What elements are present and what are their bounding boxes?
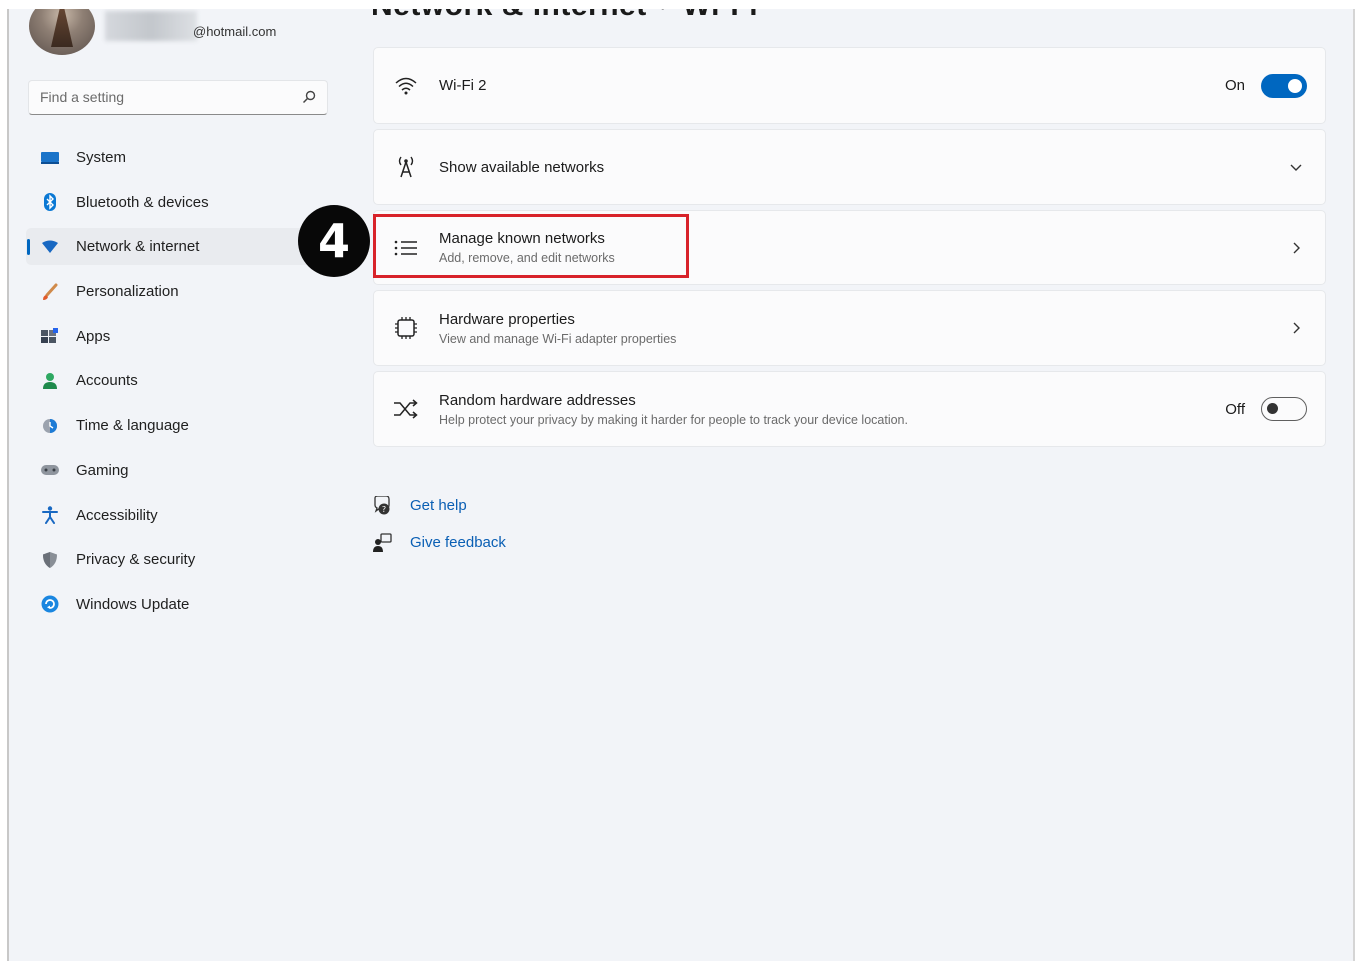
- manage-known-title: Manage known networks: [439, 230, 605, 247]
- sidebar-item-label: System: [76, 149, 127, 166]
- chip-icon: [392, 314, 420, 342]
- wifi-toggle[interactable]: [1261, 73, 1307, 98]
- sidebar-item-apps[interactable]: Apps: [26, 318, 328, 355]
- chevron-down-icon[interactable]: [1289, 160, 1303, 174]
- sidebar-item-label: Accessibility: [76, 506, 158, 524]
- show-available-networks-card[interactable]: Show available networks: [373, 129, 1326, 205]
- sidebar-item-accessibility[interactable]: Accessibility: [26, 497, 328, 534]
- random-hardware-addresses-card: Random hardware addresses Help protect y…: [373, 371, 1326, 447]
- sidebar-item-label: Apps: [76, 327, 111, 345]
- page-title: Wi-Fi: [683, 9, 759, 22]
- svg-text:?: ?: [382, 505, 386, 514]
- settings-window: @hotmail.com System Bluetooth & devices …: [7, 9, 1355, 961]
- sidebar-item-personalization[interactable]: Personalization: [26, 273, 328, 310]
- system-icon: [41, 149, 59, 167]
- update-icon: [41, 595, 59, 613]
- breadcrumb: Network & internet › Wi-Fi: [371, 9, 758, 23]
- sidebar-item-label: Accounts: [76, 372, 138, 390]
- sidebar-item-label: Privacy & security: [76, 551, 196, 569]
- sidebar-item-gaming[interactable]: Gaming: [26, 452, 328, 489]
- wifi-adapter-name: Wi-Fi 2: [439, 77, 487, 94]
- feedback-icon: [372, 532, 392, 553]
- sidebar-item-label: Windows Update: [76, 595, 190, 613]
- sidebar-item-network[interactable]: Network & internet: [26, 228, 328, 266]
- hardware-properties-card[interactable]: Hardware properties View and manage Wi-F…: [373, 290, 1326, 366]
- sidebar-item-bluetooth[interactable]: Bluetooth & devices: [26, 184, 328, 221]
- avatar[interactable]: [29, 9, 95, 55]
- sidebar-item-label: Personalization: [76, 283, 179, 301]
- breadcrumb-separator: ›: [661, 9, 669, 16]
- user-name-redacted: [105, 11, 197, 41]
- sidebar-item-windows-update[interactable]: Windows Update: [26, 586, 328, 623]
- hardware-properties-subtitle: View and manage Wi-Fi adapter properties: [439, 331, 677, 346]
- sidebar-item-system[interactable]: System: [26, 139, 328, 176]
- network-icon: [41, 238, 59, 256]
- shield-icon: [41, 551, 59, 569]
- manage-known-networks-card[interactable]: Manage known networks Add, remove, and e…: [373, 210, 1326, 285]
- random-hw-state-label: Off: [1225, 400, 1245, 418]
- get-help-label[interactable]: Get help: [410, 497, 467, 514]
- search-input[interactable]: [40, 89, 290, 105]
- get-help-link[interactable]: ? Get help: [372, 487, 506, 524]
- search-icon[interactable]: [302, 90, 316, 104]
- accessibility-icon: [41, 506, 59, 524]
- breadcrumb-parent[interactable]: Network & internet: [371, 9, 647, 22]
- bluetooth-icon: [41, 193, 59, 212]
- step-number-badge: 4: [298, 205, 370, 277]
- chevron-right-icon[interactable]: [1289, 241, 1303, 255]
- sidebar-item-privacy-security[interactable]: Privacy & security: [26, 541, 328, 578]
- wifi-icon: [392, 72, 420, 100]
- gamepad-icon: [41, 461, 59, 479]
- manage-known-subtitle: Add, remove, and edit networks: [439, 251, 615, 265]
- help-links: ? Get help Give feedback: [372, 487, 506, 561]
- user-email: @hotmail.com: [193, 24, 277, 39]
- sidebar-item-accounts[interactable]: Accounts: [26, 362, 328, 399]
- give-feedback-link[interactable]: Give feedback: [372, 524, 506, 561]
- list-icon: [392, 234, 420, 262]
- help-chat-icon: ?: [372, 495, 392, 516]
- give-feedback-label[interactable]: Give feedback: [410, 534, 506, 551]
- wifi-card: Wi-Fi 2 On: [373, 47, 1326, 124]
- chevron-right-icon[interactable]: [1289, 321, 1303, 335]
- hardware-properties-title: Hardware properties: [439, 310, 575, 328]
- apps-icon: [41, 327, 59, 345]
- shuffle-icon: [392, 395, 420, 423]
- globe-clock-icon: [41, 417, 59, 435]
- wifi-state-label: On: [1224, 77, 1245, 94]
- sidebar-nav: System Bluetooth & devices Network & int…: [26, 139, 328, 631]
- person-icon: [41, 372, 59, 390]
- random-hw-subtitle: Help protect your privacy by making it h…: [439, 412, 908, 427]
- show-networks-title: Show available networks: [439, 158, 605, 176]
- sidebar-item-label: Time & language: [76, 417, 189, 435]
- brush-icon: [41, 283, 59, 301]
- random-hw-title: Random hardware addresses: [439, 391, 636, 409]
- sidebar-item-time-language[interactable]: Time & language: [26, 407, 328, 444]
- sidebar-item-label: Bluetooth & devices: [76, 193, 209, 211]
- sidebar-item-label: Gaming: [76, 461, 129, 479]
- search-box[interactable]: [28, 80, 328, 115]
- sidebar-item-label: Network & internet: [76, 238, 200, 256]
- random-hw-toggle[interactable]: [1261, 397, 1307, 421]
- antenna-icon: [392, 153, 420, 181]
